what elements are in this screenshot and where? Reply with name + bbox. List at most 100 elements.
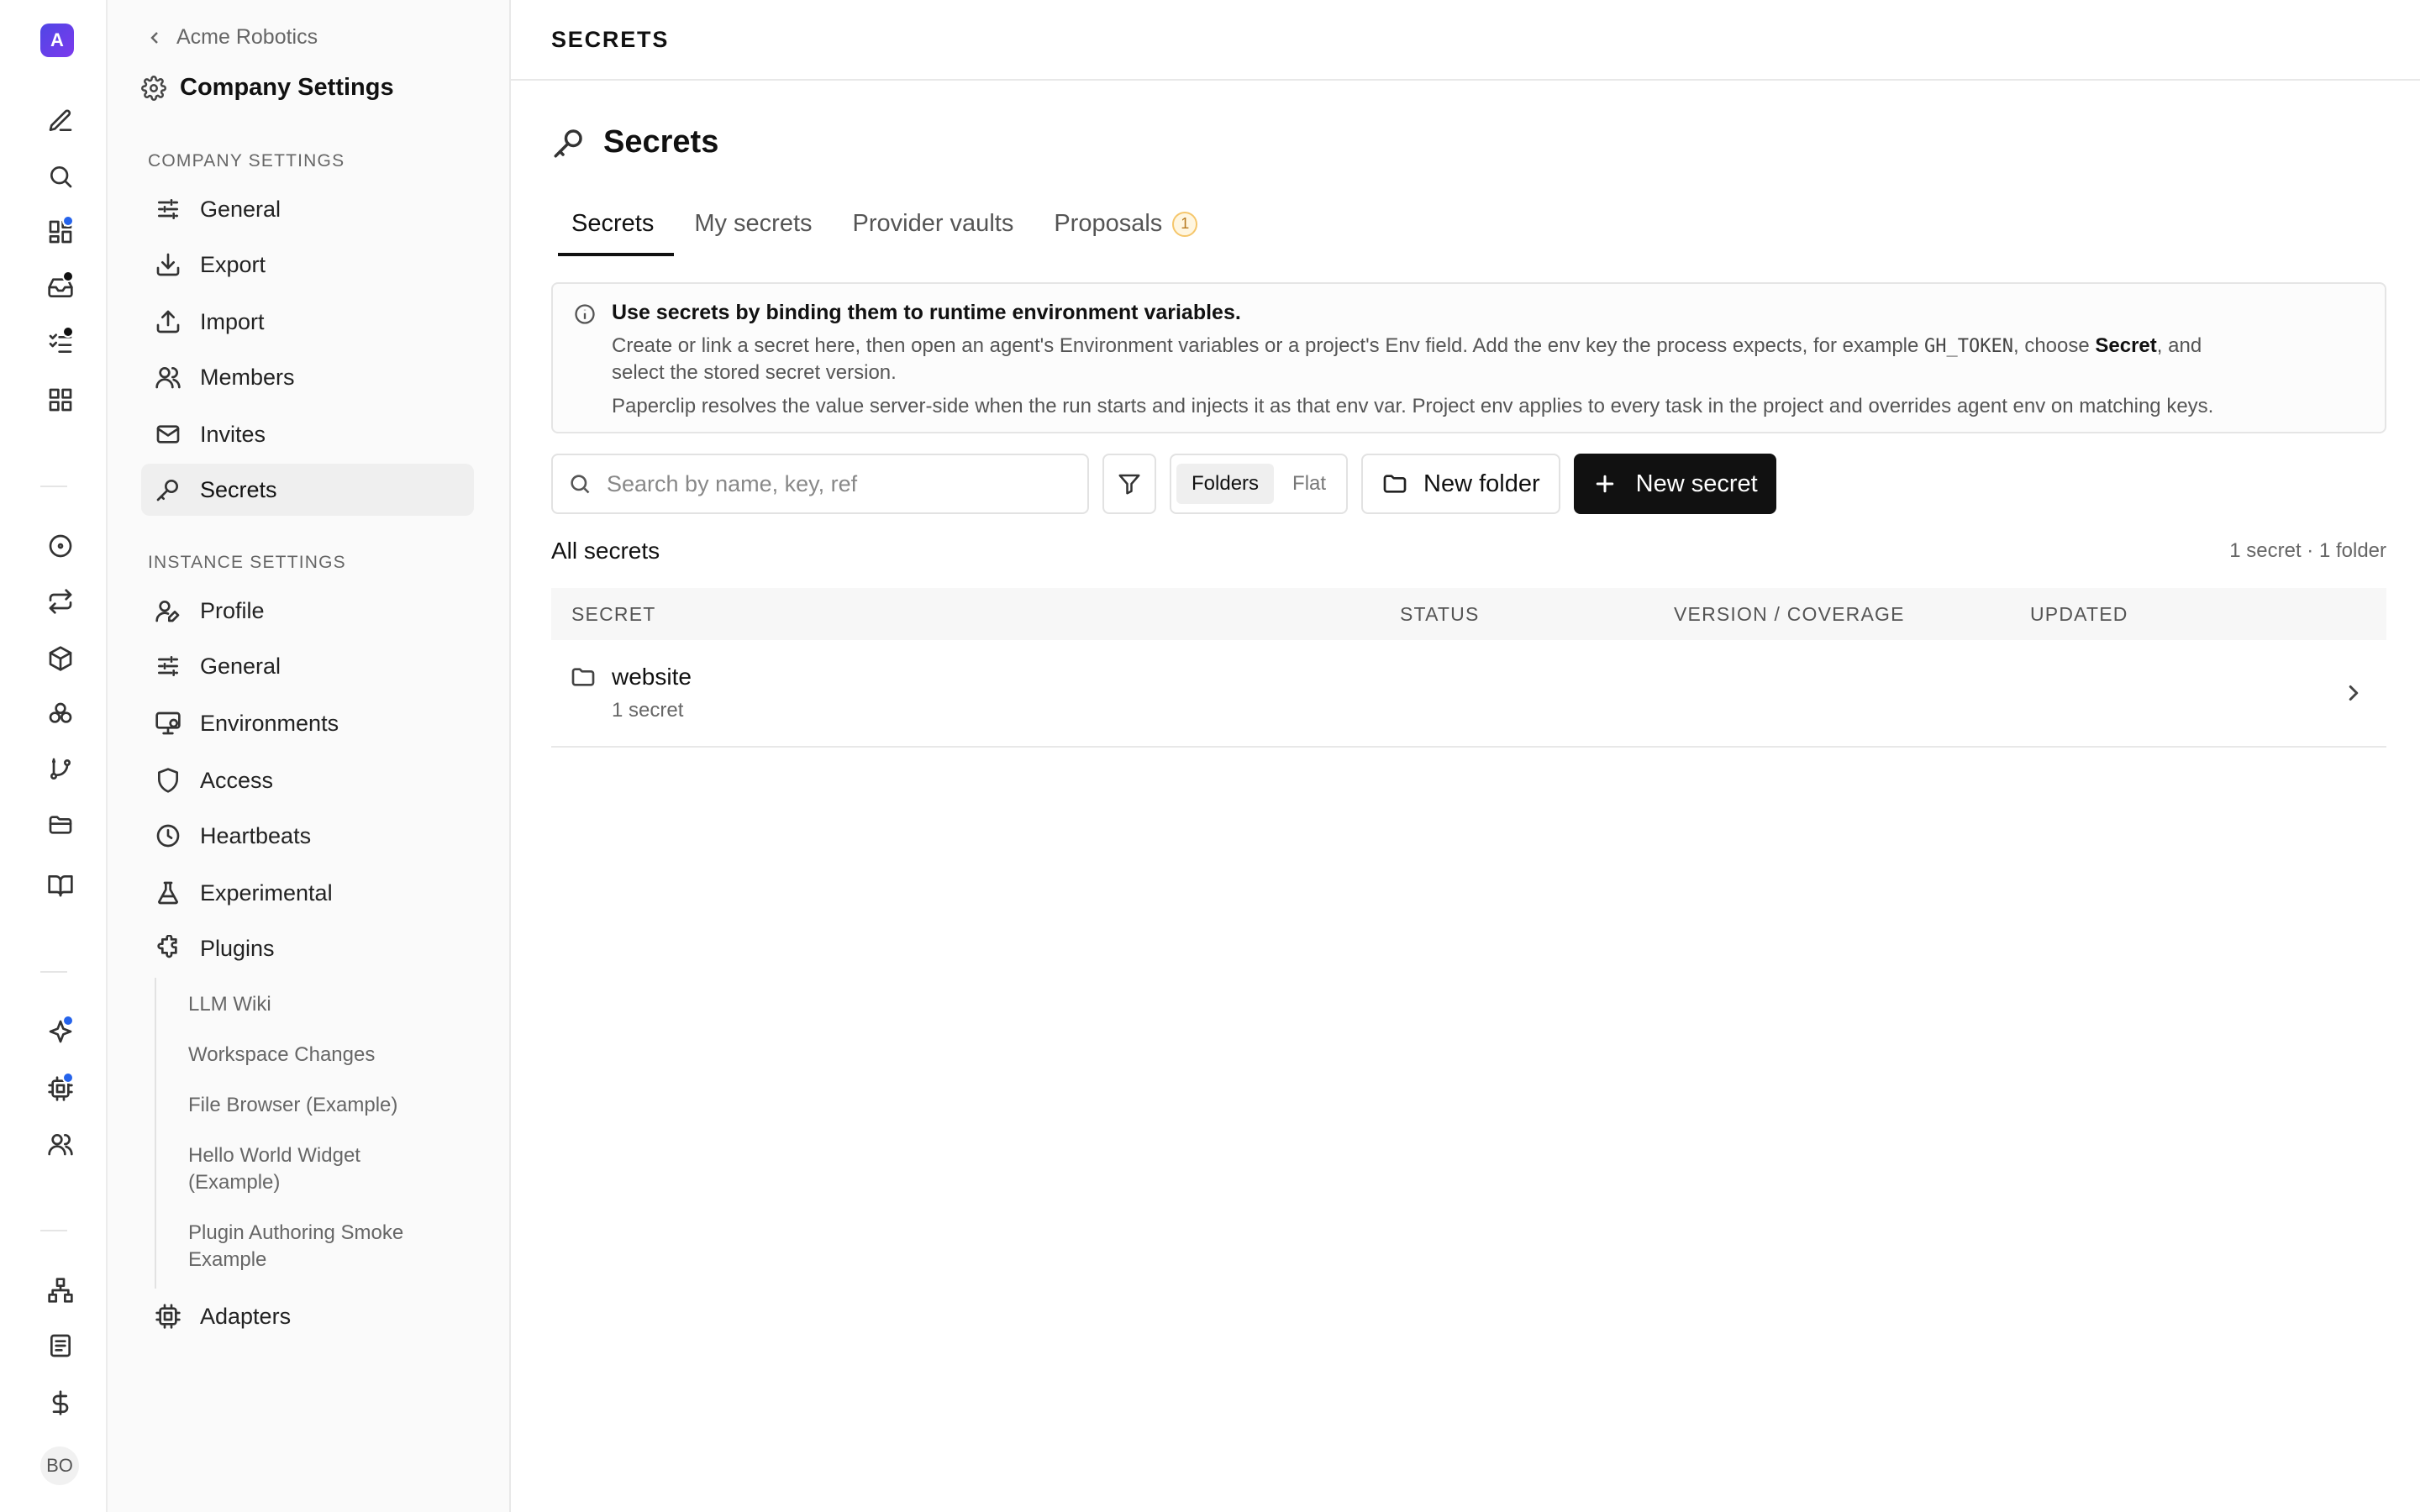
- table-row[interactable]: website 1 secret: [551, 640, 2386, 748]
- sidebar-item-label: Adapters: [200, 1303, 292, 1329]
- plus-icon: [1596, 475, 1613, 493]
- puzzle-icon: [157, 935, 177, 958]
- chevron-right-icon: [2341, 680, 2366, 710]
- view-mode-folders[interactable]: Folders: [1176, 464, 1275, 504]
- sidebar-item-import[interactable]: Import: [141, 296, 474, 348]
- column-header-updated[interactable]: UPDATED: [2030, 603, 2128, 626]
- sidebar-item-label: Access: [200, 767, 274, 793]
- search-input[interactable]: [607, 470, 1077, 497]
- plugin-item-llm-wiki[interactable]: LLM Wiki: [188, 991, 474, 1018]
- row-name: website: [612, 664, 692, 690]
- cpu-icon[interactable]: [37, 1065, 84, 1112]
- filter-icon: [1118, 474, 1140, 495]
- sidebar-item-members[interactable]: Members: [141, 351, 474, 403]
- sidebar-item-label: Heartbeats: [200, 822, 312, 848]
- sidebar-item-label: Import: [200, 308, 265, 334]
- search-icon[interactable]: [37, 153, 84, 200]
- sidebar-item-label: Environments: [200, 710, 339, 736]
- sidebar-item-invites[interactable]: Invites: [141, 408, 474, 460]
- edit-icon[interactable]: [37, 97, 84, 144]
- cluster-icon[interactable]: [37, 690, 84, 738]
- tab-label: Secrets: [571, 210, 655, 237]
- new-secret-button[interactable]: New secret: [1573, 454, 1776, 514]
- user-avatar[interactable]: BO: [40, 1446, 79, 1485]
- view-mode-flat[interactable]: Flat: [1277, 464, 1341, 504]
- sidebar-item-label: Experimental: [200, 879, 333, 906]
- table-header: SECRET STATUS VERSION / COVERAGE UPDATED: [551, 588, 2386, 640]
- sidebar-item-profile[interactable]: Profile: [141, 585, 474, 637]
- tab-proposals[interactable]: Proposals 1: [1034, 202, 1218, 256]
- sidebar-item-plugins[interactable]: Plugins: [141, 922, 474, 974]
- sidebar-item-environments[interactable]: Environments: [141, 697, 474, 749]
- column-header-secret[interactable]: SECRET: [571, 603, 656, 626]
- plugin-item-workspace-changes[interactable]: Workspace Changes: [188, 1042, 474, 1068]
- sidebar-item-label: Invites: [200, 421, 266, 447]
- tab-provider-vaults[interactable]: Provider vaults: [833, 202, 1034, 256]
- new-folder-button[interactable]: New folder: [1361, 454, 1560, 514]
- document-icon[interactable]: [37, 1322, 84, 1369]
- tab-secrets[interactable]: Secrets: [551, 202, 675, 256]
- search-icon: [571, 475, 590, 494]
- info-line-3: Paperclip resolves the value server-side…: [612, 395, 2214, 417]
- folder-icon: [570, 664, 597, 695]
- info-icon: [573, 302, 597, 326]
- list-header: All secrets 1 secret · 1 folder: [551, 538, 2386, 564]
- users-icon[interactable]: [37, 1121, 84, 1168]
- info-line-2: select the stored secret version.: [612, 361, 897, 384]
- sidebar-item-experimental[interactable]: Experimental: [141, 867, 474, 919]
- plugin-item-plugin-authoring-smoke[interactable]: Plugin Authoring Smoke Example: [188, 1220, 440, 1289]
- sidebar-title: Company Settings: [141, 74, 394, 102]
- sidebar-item-access[interactable]: Access: [141, 754, 474, 806]
- dollar-icon[interactable]: [37, 1379, 84, 1426]
- flask-icon: [158, 881, 178, 905]
- sidebar-item-adapters[interactable]: Adapters: [141, 1290, 474, 1342]
- org-chart-icon[interactable]: [37, 1267, 84, 1314]
- plugin-item-hello-world-widget[interactable]: Hello World Widget (Example): [188, 1142, 407, 1196]
- sidebar-item-general[interactable]: General: [141, 183, 474, 235]
- company-settings-heading: COMPANY SETTINGS: [148, 151, 345, 171]
- column-header-status[interactable]: STATUS: [1400, 603, 1480, 626]
- sidebar-item-label: Export: [200, 251, 266, 277]
- view-mode-toggle: Folders Flat: [1170, 454, 1349, 514]
- sidebar-item-secrets[interactable]: Secrets: [141, 464, 474, 516]
- search-box: [551, 454, 1089, 514]
- row-subtitle: 1 secret: [612, 699, 684, 722]
- sidebar-item-label: Profile: [200, 597, 265, 623]
- folder-icon[interactable]: [37, 801, 84, 848]
- sidebar-item-heartbeats[interactable]: Heartbeats: [141, 810, 474, 862]
- upload-icon: [156, 310, 180, 333]
- target-icon[interactable]: [37, 522, 84, 570]
- sparkle-icon[interactable]: [37, 1008, 84, 1055]
- list-count: 1 secret · 1 folder: [2229, 539, 2386, 562]
- page-title-text: Secrets: [603, 124, 719, 160]
- book-icon[interactable]: [37, 862, 84, 909]
- apps-grid-icon[interactable]: [37, 376, 84, 423]
- inbox-icon[interactable]: [37, 264, 84, 311]
- sidebar-item-label: Members: [200, 364, 295, 390]
- dashboard-icon[interactable]: [37, 208, 84, 255]
- column-header-version[interactable]: VERSION / COVERAGE: [1674, 603, 1905, 626]
- sidebar-item-instance-general[interactable]: General: [141, 640, 474, 692]
- tab-my-secrets[interactable]: My secrets: [674, 202, 832, 256]
- users-icon: [155, 367, 181, 389]
- plugin-list: LLM Wiki Workspace Changes File Browser …: [155, 978, 474, 1289]
- package-icon[interactable]: [37, 635, 84, 682]
- secrets-table: SECRET STATUS VERSION / COVERAGE UPDATED…: [551, 588, 2386, 748]
- sidebar-item-label: General: [200, 653, 281, 679]
- sidebar-item-export[interactable]: Export: [141, 239, 474, 291]
- git-branch-icon[interactable]: [37, 746, 84, 793]
- sidebar-item-label: General: [200, 196, 281, 222]
- tab-bar: Secrets My secrets Provider vaults Propo…: [551, 202, 1218, 256]
- filter-button[interactable]: [1102, 454, 1156, 514]
- info-callout: Use secrets by binding them to runtime e…: [551, 282, 2386, 433]
- back-to-company-link[interactable]: Acme Robotics: [145, 25, 318, 50]
- tab-label: My secrets: [694, 210, 813, 237]
- sliders-icon: [158, 199, 178, 219]
- new-secret-label: New secret: [1635, 470, 1758, 497]
- sliders-icon: [158, 656, 178, 676]
- plugin-item-file-browser[interactable]: File Browser (Example): [188, 1092, 474, 1119]
- sync-icon[interactable]: [37, 578, 84, 625]
- company-badge[interactable]: A: [40, 24, 74, 57]
- tasks-icon[interactable]: [37, 319, 84, 366]
- main-content: SECRETS Secrets Secrets My secrets Provi…: [511, 0, 2420, 1512]
